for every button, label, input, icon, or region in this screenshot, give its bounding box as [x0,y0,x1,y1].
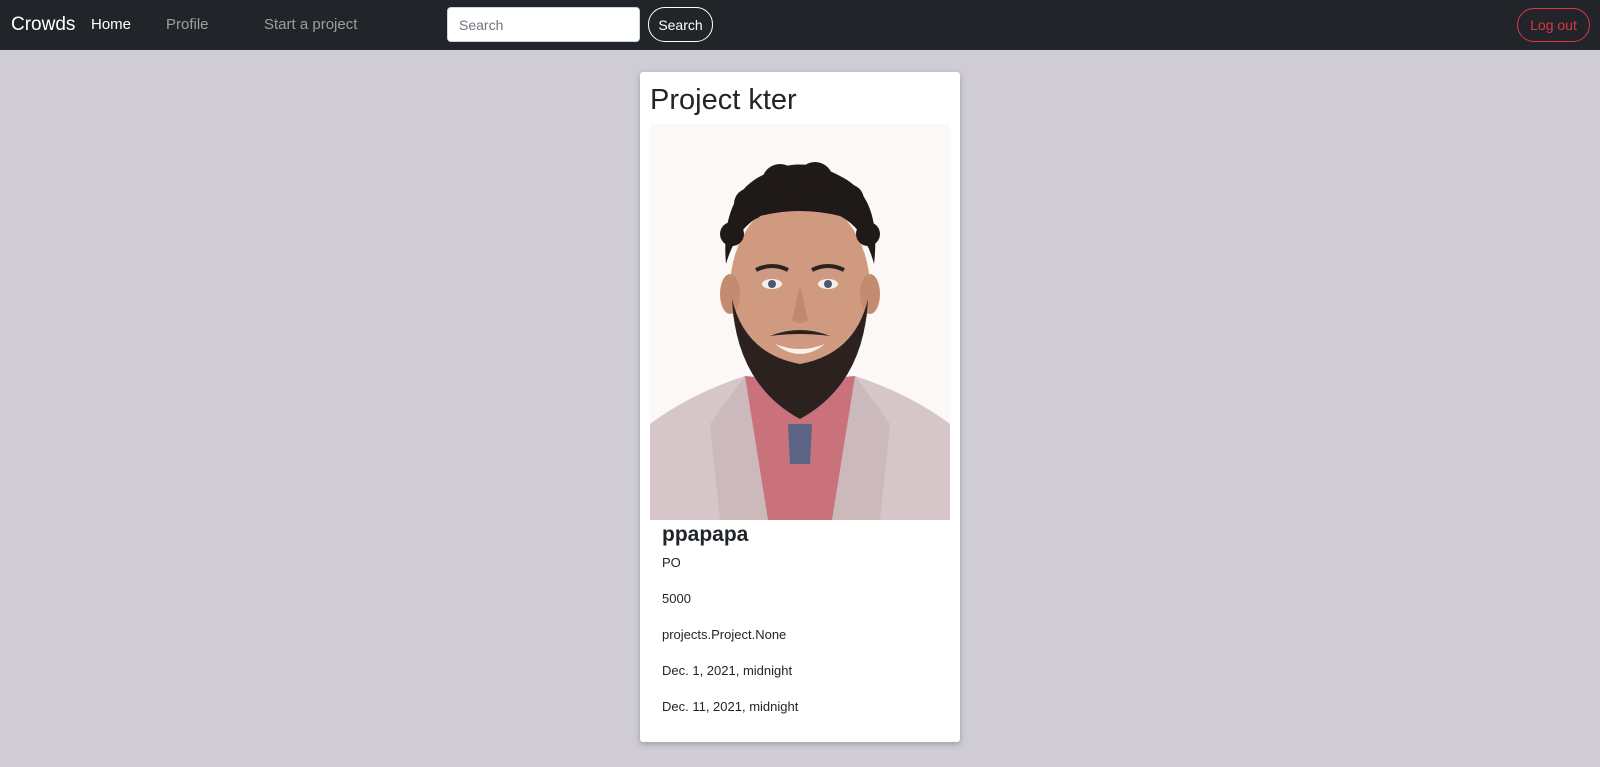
project-description: PO [662,555,681,570]
project-card: Project kter ppapapa PO 5000 projects.Pr… [640,72,960,742]
project-start-date: Dec. 1, 2021, midnight [662,663,793,678]
project-title: Project kter [650,84,797,116]
search-input[interactable] [447,7,640,42]
project-target: 5000 [662,591,691,606]
search-button[interactable]: Search [648,7,713,42]
item-title: ppapapa [662,523,749,546]
brand-logo[interactable]: Crowds [11,13,75,37]
portrait-image [650,124,950,520]
project-end-date: Dec. 11, 2021, midnight [662,699,799,714]
nav-link-home[interactable]: Home [91,15,131,35]
nav-link-profile[interactable]: Profile [166,15,209,35]
top-navbar: Crowds Home Profile Start a project Sear… [0,0,1600,50]
nav-link-start-project[interactable]: Start a project [264,15,357,35]
project-category: projects.Project.None [662,627,787,642]
project-photo [650,124,950,520]
logout-button[interactable]: Log out [1517,8,1590,42]
